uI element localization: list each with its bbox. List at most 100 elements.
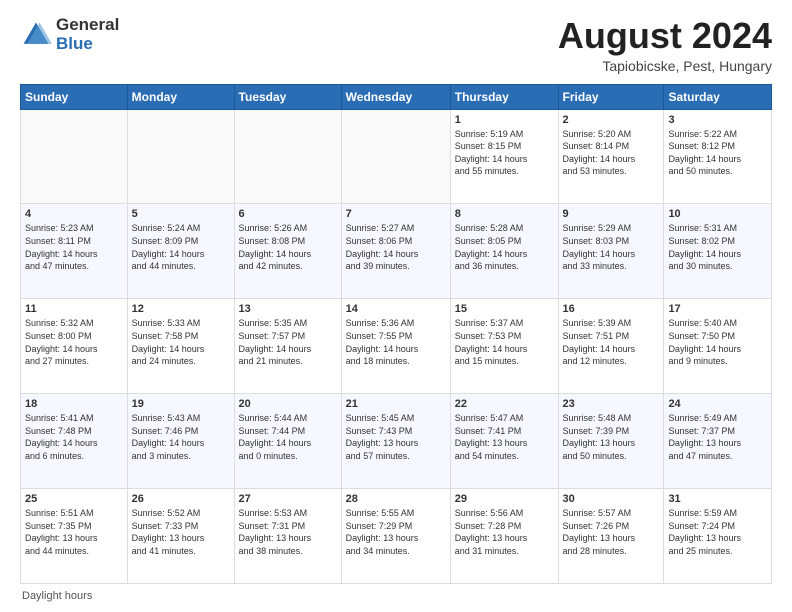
day-number: 12: [132, 303, 230, 315]
calendar-cell: 22 Sunrise: 5:47 AM Sunset: 7:41 PM Dayli…: [450, 394, 558, 489]
day-number: 7: [346, 208, 446, 220]
day-number: 26: [132, 493, 230, 505]
day-number: 6: [239, 208, 337, 220]
day-info: Sunrise: 5:33 AM Sunset: 7:58 PM Dayligh…: [132, 317, 230, 367]
col-monday: Monday: [127, 84, 234, 109]
header: General Blue August 2024 Tapiobicske, Pe…: [20, 16, 772, 74]
day-number: 17: [668, 303, 767, 315]
day-info: Sunrise: 5:59 AM Sunset: 7:24 PM Dayligh…: [668, 507, 767, 557]
calendar-cell: 29 Sunrise: 5:56 AM Sunset: 7:28 PM Dayli…: [450, 489, 558, 584]
day-info: Sunrise: 5:40 AM Sunset: 7:50 PM Dayligh…: [668, 317, 767, 367]
day-number: 4: [25, 208, 123, 220]
day-number: 10: [668, 208, 767, 220]
day-number: 25: [25, 493, 123, 505]
main-title: August 2024: [558, 16, 772, 56]
day-info: Sunrise: 5:52 AM Sunset: 7:33 PM Dayligh…: [132, 507, 230, 557]
calendar-cell: 12 Sunrise: 5:33 AM Sunset: 7:58 PM Dayli…: [127, 299, 234, 394]
day-info: Sunrise: 5:39 AM Sunset: 7:51 PM Dayligh…: [563, 317, 660, 367]
day-number: 22: [455, 398, 554, 410]
calendar-cell: 31Sunrise: 5:59 AM Sunset: 7:24 PM Dayli…: [664, 489, 772, 584]
calendar-cell: [127, 109, 234, 204]
col-friday: Friday: [558, 84, 664, 109]
calendar-cell: [341, 109, 450, 204]
calendar-cell: 14Sunrise: 5:36 AM Sunset: 7:55 PM Dayli…: [341, 299, 450, 394]
day-info: Sunrise: 5:51 AM Sunset: 7:35 PM Dayligh…: [25, 507, 123, 557]
page: General Blue August 2024 Tapiobicske, Pe…: [0, 0, 792, 612]
week-row-3: 11Sunrise: 5:32 AM Sunset: 8:00 PM Dayli…: [21, 299, 772, 394]
day-number: 14: [346, 303, 446, 315]
calendar-cell: 5 Sunrise: 5:24 AM Sunset: 8:09 PM Daylig…: [127, 204, 234, 299]
calendar-cell: 13 Sunrise: 5:35 AM Sunset: 7:57 PM Dayli…: [234, 299, 341, 394]
calendar-cell: 9 Sunrise: 5:29 AM Sunset: 8:03 PM Daylig…: [558, 204, 664, 299]
day-info: Sunrise: 5:44 AM Sunset: 7:44 PM Dayligh…: [239, 412, 337, 462]
calendar-cell: 20 Sunrise: 5:44 AM Sunset: 7:44 PM Dayli…: [234, 394, 341, 489]
day-info: Sunrise: 5:56 AM Sunset: 7:28 PM Dayligh…: [455, 507, 554, 557]
col-thursday: Thursday: [450, 84, 558, 109]
calendar-cell: [234, 109, 341, 204]
calendar-cell: 7 Sunrise: 5:27 AM Sunset: 8:06 PM Daylig…: [341, 204, 450, 299]
day-info: Sunrise: 5:28 AM Sunset: 8:05 PM Dayligh…: [455, 222, 554, 272]
day-info: Sunrise: 5:41 AM Sunset: 7:48 PM Dayligh…: [25, 412, 123, 462]
day-number: 29: [455, 493, 554, 505]
day-info: Sunrise: 5:29 AM Sunset: 8:03 PM Dayligh…: [563, 222, 660, 272]
week-row-2: 4 Sunrise: 5:23 AM Sunset: 8:11 PM Daylig…: [21, 204, 772, 299]
day-number: 20: [239, 398, 337, 410]
calendar-cell: 15Sunrise: 5:37 AM Sunset: 7:53 PM Dayli…: [450, 299, 558, 394]
calendar-cell: 17 Sunrise: 5:40 AM Sunset: 7:50 PM Dayli…: [664, 299, 772, 394]
day-info: Sunrise: 5:26 AM Sunset: 8:08 PM Dayligh…: [239, 222, 337, 272]
week-row-4: 18 Sunrise: 5:41 AM Sunset: 7:48 PM Dayli…: [21, 394, 772, 489]
day-info: Sunrise: 5:37 AM Sunset: 7:53 PM Dayligh…: [455, 317, 554, 367]
calendar-cell: 2 Sunrise: 5:20 AM Sunset: 8:14 PM Daylig…: [558, 109, 664, 204]
day-info: Sunrise: 5:19 AM Sunset: 8:15 PM Dayligh…: [455, 128, 554, 178]
calendar-cell: 16 Sunrise: 5:39 AM Sunset: 7:51 PM Dayli…: [558, 299, 664, 394]
day-info: Sunrise: 5:20 AM Sunset: 8:14 PM Dayligh…: [563, 128, 660, 178]
col-sunday: Sunday: [21, 84, 128, 109]
day-number: 3: [668, 114, 767, 126]
day-number: 9: [563, 208, 660, 220]
day-number: 13: [239, 303, 337, 315]
day-info: Sunrise: 5:24 AM Sunset: 8:09 PM Dayligh…: [132, 222, 230, 272]
calendar-cell: [21, 109, 128, 204]
day-info: Sunrise: 5:49 AM Sunset: 7:37 PM Dayligh…: [668, 412, 767, 462]
logo-blue: Blue: [56, 35, 119, 54]
day-info: Sunrise: 5:47 AM Sunset: 7:41 PM Dayligh…: [455, 412, 554, 462]
logo-icon: [20, 19, 52, 51]
day-number: 18: [25, 398, 123, 410]
calendar-cell: 21 Sunrise: 5:45 AM Sunset: 7:43 PM Dayli…: [341, 394, 450, 489]
calendar-cell: 24Sunrise: 5:49 AM Sunset: 7:37 PM Dayli…: [664, 394, 772, 489]
title-block: August 2024 Tapiobicske, Pest, Hungary: [558, 16, 772, 74]
week-row-5: 25 Sunrise: 5:51 AM Sunset: 7:35 PM Dayli…: [21, 489, 772, 584]
day-number: 1: [455, 114, 554, 126]
day-info: Sunrise: 5:35 AM Sunset: 7:57 PM Dayligh…: [239, 317, 337, 367]
calendar-cell: 28Sunrise: 5:55 AM Sunset: 7:29 PM Dayli…: [341, 489, 450, 584]
day-number: 2: [563, 114, 660, 126]
col-wednesday: Wednesday: [341, 84, 450, 109]
subtitle: Tapiobicske, Pest, Hungary: [558, 58, 772, 74]
footer-note: Daylight hours: [20, 590, 772, 602]
logo-general: General: [56, 16, 119, 35]
day-info: Sunrise: 5:22 AM Sunset: 8:12 PM Dayligh…: [668, 128, 767, 178]
day-info: Sunrise: 5:27 AM Sunset: 8:06 PM Dayligh…: [346, 222, 446, 272]
logo-text: General Blue: [56, 16, 119, 53]
day-info: Sunrise: 5:48 AM Sunset: 7:39 PM Dayligh…: [563, 412, 660, 462]
day-number: 30: [563, 493, 660, 505]
calendar-cell: 11Sunrise: 5:32 AM Sunset: 8:00 PM Dayli…: [21, 299, 128, 394]
calendar-cell: 30 Sunrise: 5:57 AM Sunset: 7:26 PM Dayli…: [558, 489, 664, 584]
calendar-cell: 18 Sunrise: 5:41 AM Sunset: 7:48 PM Dayli…: [21, 394, 128, 489]
day-info: Sunrise: 5:45 AM Sunset: 7:43 PM Dayligh…: [346, 412, 446, 462]
calendar-cell: 19Sunrise: 5:43 AM Sunset: 7:46 PM Dayli…: [127, 394, 234, 489]
calendar-table: Sunday Monday Tuesday Wednesday Thursday…: [20, 84, 772, 584]
day-number: 21: [346, 398, 446, 410]
calendar-cell: 3 Sunrise: 5:22 AM Sunset: 8:12 PM Daylig…: [664, 109, 772, 204]
day-info: Sunrise: 5:23 AM Sunset: 8:11 PM Dayligh…: [25, 222, 123, 272]
day-info: Sunrise: 5:57 AM Sunset: 7:26 PM Dayligh…: [563, 507, 660, 557]
calendar-cell: 26 Sunrise: 5:52 AM Sunset: 7:33 PM Dayli…: [127, 489, 234, 584]
day-info: Sunrise: 5:32 AM Sunset: 8:00 PM Dayligh…: [25, 317, 123, 367]
logo: General Blue: [20, 16, 119, 53]
col-tuesday: Tuesday: [234, 84, 341, 109]
day-info: Sunrise: 5:53 AM Sunset: 7:31 PM Dayligh…: [239, 507, 337, 557]
calendar-cell: 23 Sunrise: 5:48 AM Sunset: 7:39 PM Dayli…: [558, 394, 664, 489]
day-number: 16: [563, 303, 660, 315]
day-number: 5: [132, 208, 230, 220]
day-number: 23: [563, 398, 660, 410]
